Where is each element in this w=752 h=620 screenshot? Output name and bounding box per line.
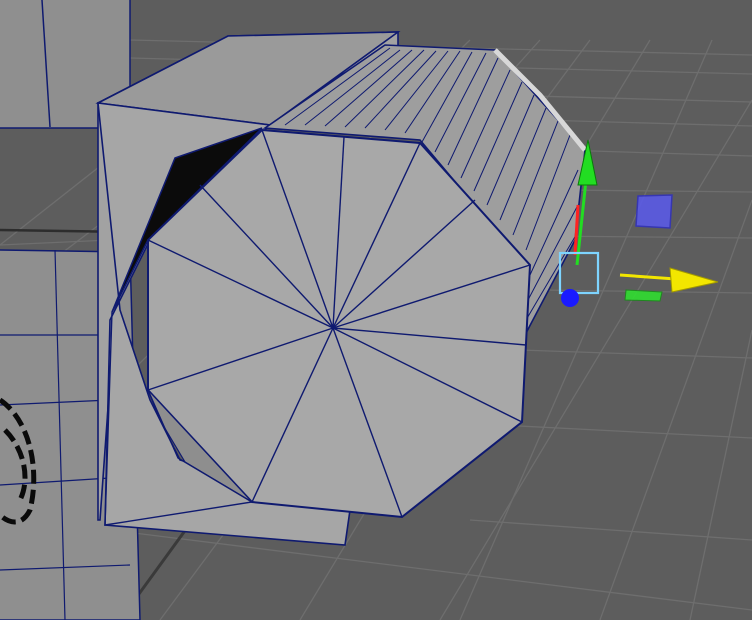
xz-plane-handle-icon[interactable] xyxy=(635,194,673,229)
move-z-handle-icon[interactable] xyxy=(561,289,579,307)
move-manipulator[interactable] xyxy=(558,139,719,307)
xy-plane-handle-icon[interactable] xyxy=(624,289,663,302)
move-x-arrow-icon[interactable] xyxy=(669,267,719,293)
scene-canvas[interactable] xyxy=(0,0,752,620)
3d-viewport[interactable] xyxy=(0,0,752,620)
